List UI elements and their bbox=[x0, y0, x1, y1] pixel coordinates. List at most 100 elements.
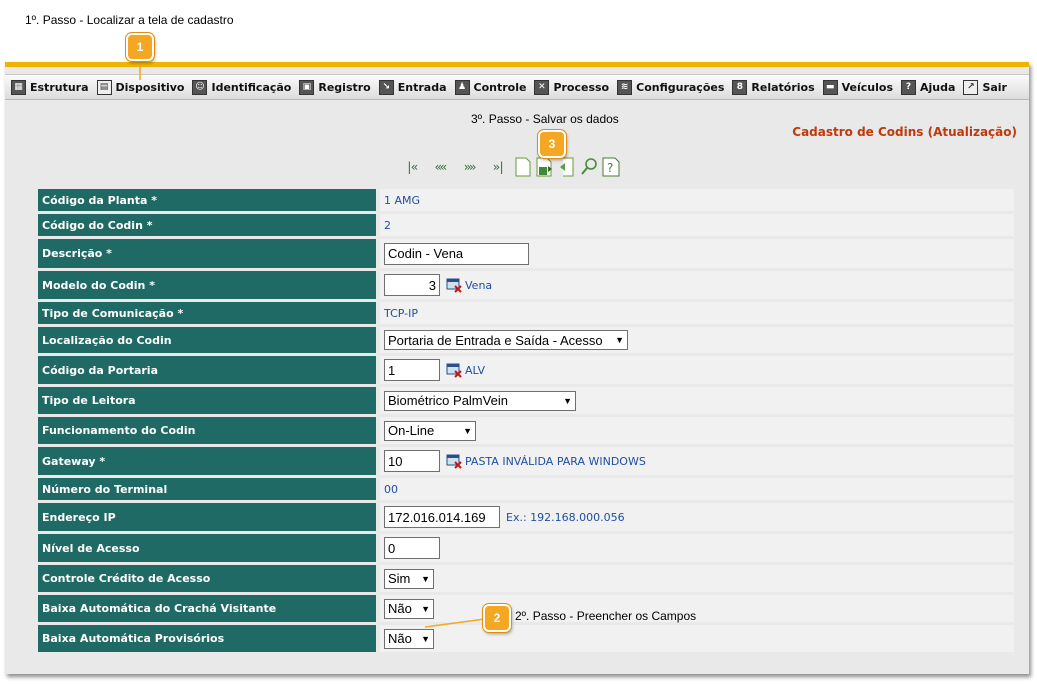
gateway-lookup-link[interactable]: PASTA INVÁLIDA PARA WINDOWS bbox=[465, 455, 646, 468]
field-label: Descrição * bbox=[38, 239, 376, 268]
first-record-icon[interactable]: |« bbox=[398, 156, 424, 178]
vehicle-icon: ▬ bbox=[822, 79, 838, 95]
field-label: Controle Crédito de Acesso bbox=[38, 565, 376, 592]
help-icon: ? bbox=[901, 79, 917, 95]
menu-processo[interactable]: ✕ Processo bbox=[534, 79, 610, 95]
form-row-nivel-acesso: Nível de Acesso 0 bbox=[38, 534, 1014, 562]
menu-estrutura[interactable]: ▦ Estrutura bbox=[11, 79, 89, 95]
controle-credito-cell: Sim ▼ bbox=[380, 565, 1014, 592]
device-icon: ▤ bbox=[96, 79, 112, 95]
baixa-provisorios-select[interactable]: Não ▼ bbox=[384, 628, 434, 649]
menu-label: Configurações bbox=[636, 80, 725, 94]
help-document-icon[interactable]: ? bbox=[602, 156, 620, 178]
form-row-numero-terminal: Número do Terminal 00 bbox=[38, 478, 1014, 500]
entry-icon: ↘ bbox=[378, 79, 394, 95]
step2-caption: 2º. Passo - Preencher os Campos bbox=[515, 609, 697, 623]
codigo-portaria-input[interactable]: 1 bbox=[384, 359, 440, 381]
undo-icon[interactable] bbox=[558, 156, 576, 178]
menu-label: Relatórios bbox=[751, 80, 815, 94]
chevron-down-icon: ▼ bbox=[615, 335, 624, 345]
people-icon: ☺ bbox=[192, 79, 208, 95]
menu-sair[interactable]: ↗ Sair bbox=[963, 79, 1007, 95]
page-title: Cadastro de Codins (Atualização) bbox=[792, 125, 1017, 139]
form-row-localizacao: Localização do Codin Portaria de Entrada… bbox=[38, 327, 1014, 353]
menu-registro[interactable]: ▣ Registro bbox=[299, 79, 371, 95]
baixa-cracha-cell: Não ▼ bbox=[380, 595, 1014, 622]
search-icon[interactable] bbox=[580, 156, 598, 178]
nivel-acesso-cell: 0 bbox=[380, 534, 1014, 562]
form-row-tipo-leitora: Tipo de Leitora Biométrico PalmVein ▼ bbox=[38, 387, 1014, 414]
menu-label: Ajuda bbox=[920, 80, 956, 94]
form-row-endereco-ip: Endereço IP 172.016.014.169 Ex.: 192.168… bbox=[38, 503, 1014, 531]
modelo-lookup-link[interactable]: Vena bbox=[465, 279, 492, 292]
record-toolbar: |« «« »» »| ? bbox=[398, 156, 624, 178]
codin-form: Código da Planta * 1 AMG Código do Codin… bbox=[38, 189, 1014, 655]
menu-label: Dispositivo bbox=[115, 80, 185, 94]
gateway-input[interactable]: 10 bbox=[384, 450, 440, 472]
lookup-icon[interactable] bbox=[446, 362, 462, 378]
field-label: Código do Codin * bbox=[38, 214, 376, 236]
chevron-down-icon: ▼ bbox=[563, 395, 572, 406]
codigo-portaria-cell: 1 ALV bbox=[380, 356, 1014, 384]
field-label: Modelo do Codin * bbox=[38, 271, 376, 299]
step2-badge: 2 bbox=[483, 604, 511, 632]
menu-dispositivo[interactable]: ▤ Dispositivo bbox=[96, 79, 185, 95]
tipo-leitora-cell: Biométrico PalmVein ▼ bbox=[380, 387, 1014, 414]
descricao-input[interactable]: Codin - Vena bbox=[384, 242, 529, 265]
register-icon: ▣ bbox=[299, 79, 315, 95]
nivel-acesso-input[interactable]: 0 bbox=[384, 537, 440, 559]
form-row-codigo-portaria: Código da Portaria 1 ALV bbox=[38, 356, 1014, 384]
modelo-cell: 3 Vena bbox=[380, 271, 1014, 299]
form-row-codigo-codin: Código do Codin * 2 bbox=[38, 214, 1014, 236]
chevron-down-icon: ▼ bbox=[421, 603, 430, 614]
step3-caption: 3º. Passo - Salvar os dados bbox=[471, 112, 619, 126]
menu-label: Controle bbox=[473, 80, 527, 94]
funcionamento-select[interactable]: On-Line ▼ bbox=[384, 420, 476, 441]
new-record-icon[interactable] bbox=[514, 156, 532, 178]
localizacao-select[interactable]: Portaria de Entrada e Saída - Acesso ▼ bbox=[384, 330, 628, 350]
form-row-controle-credito: Controle Crédito de Acesso Sim ▼ bbox=[38, 565, 1014, 592]
select-value: Não bbox=[388, 601, 412, 616]
select-value: Portaria de Entrada e Saída - Acesso bbox=[388, 332, 603, 348]
controle-credito-select[interactable]: Sim ▼ bbox=[384, 568, 434, 589]
select-value: Não bbox=[388, 631, 412, 646]
menu-label: Processo bbox=[553, 80, 610, 94]
codigo-planta-value: 1 AMG bbox=[380, 189, 1014, 211]
menu-label: Veículos bbox=[841, 80, 894, 94]
menu-entrada[interactable]: ↘ Entrada bbox=[378, 79, 447, 95]
step1-badge: 1 bbox=[126, 33, 154, 61]
menu-identificacao[interactable]: ☺ Identificação bbox=[192, 79, 291, 95]
modelo-input[interactable]: 3 bbox=[384, 274, 440, 296]
field-label: Tipo de Leitora bbox=[38, 387, 376, 414]
field-label: Gateway * bbox=[38, 447, 376, 475]
tipo-comunicacao-value: TCP-IP bbox=[380, 302, 1014, 324]
field-label: Nível de Acesso bbox=[38, 534, 376, 562]
control-icon: ♟ bbox=[454, 79, 470, 95]
portaria-lookup-link[interactable]: ALV bbox=[465, 364, 485, 377]
baixa-cracha-select[interactable]: Não ▼ bbox=[384, 598, 434, 619]
menu-label: Registro bbox=[318, 80, 371, 94]
menu-relatorios[interactable]: 8 Relatórios bbox=[732, 79, 815, 95]
grid-icon: ▦ bbox=[11, 79, 26, 95]
save-icon[interactable] bbox=[536, 156, 554, 178]
next-record-icon[interactable]: »» bbox=[456, 156, 482, 178]
lookup-icon[interactable] bbox=[446, 453, 462, 469]
lookup-icon[interactable] bbox=[446, 277, 462, 293]
field-label: Código da Planta * bbox=[38, 189, 376, 211]
menu-veiculos[interactable]: ▬ Veículos bbox=[822, 79, 894, 95]
field-label: Baixa Automática do Crachá Visitante bbox=[38, 595, 376, 622]
select-value: Biométrico PalmVein bbox=[388, 393, 508, 408]
menu-configuracoes[interactable]: ≋ Configurações bbox=[617, 79, 725, 95]
menu-ajuda[interactable]: ? Ajuda bbox=[901, 79, 956, 95]
endereco-ip-input[interactable]: 172.016.014.169 bbox=[384, 506, 500, 528]
menu-label: Sair bbox=[982, 80, 1007, 94]
tools-icon: ✕ bbox=[534, 79, 550, 95]
form-row-modelo: Modelo do Codin * 3 Vena bbox=[38, 271, 1014, 299]
menu-controle[interactable]: ♟ Controle bbox=[454, 79, 527, 95]
previous-record-icon[interactable]: «« bbox=[427, 156, 453, 178]
ip-example-hint: Ex.: 192.168.000.056 bbox=[506, 510, 625, 524]
last-record-icon[interactable]: »| bbox=[485, 156, 511, 178]
tipo-leitora-select[interactable]: Biométrico PalmVein ▼ bbox=[384, 390, 576, 411]
form-row-funcionamento: Funcionamento do Codin On-Line ▼ bbox=[38, 417, 1014, 444]
exit-icon: ↗ bbox=[963, 79, 979, 95]
